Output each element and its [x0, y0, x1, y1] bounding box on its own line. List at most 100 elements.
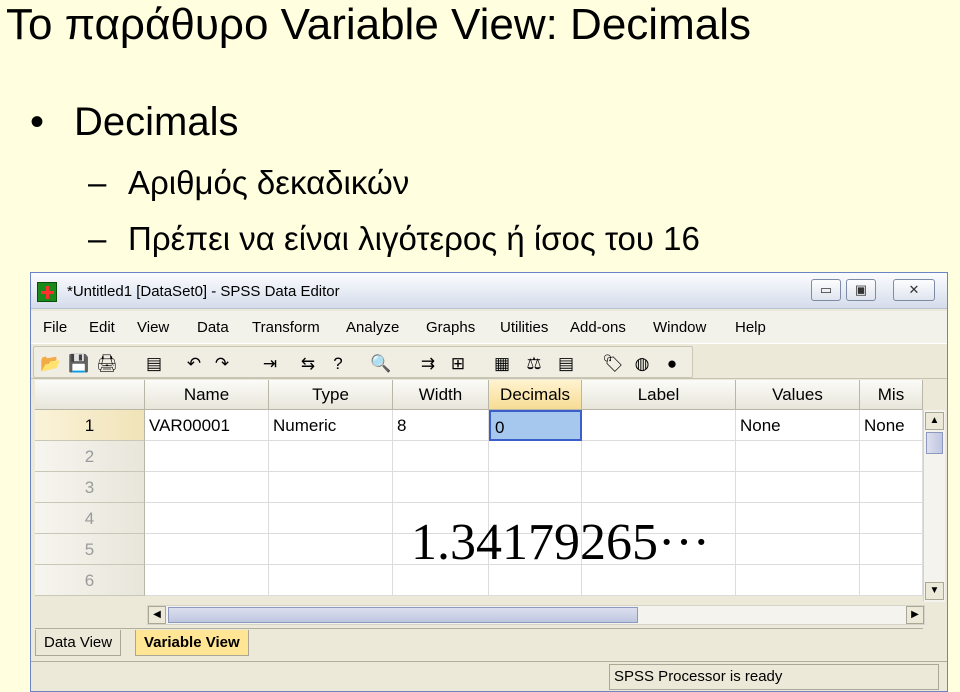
cell-decimals[interactable] — [489, 441, 582, 472]
cell-type[interactable] — [269, 534, 393, 565]
scroll-up-arrow-icon[interactable]: ▲ — [925, 412, 944, 430]
cell-decimals[interactable] — [489, 472, 582, 503]
menu-view[interactable]: View — [137, 319, 169, 336]
cell-type[interactable] — [269, 441, 393, 472]
goto-variable-icon[interactable]: ⇆ — [298, 354, 318, 374]
cell-width[interactable] — [393, 441, 489, 472]
variables-icon[interactable]: ? — [328, 354, 348, 374]
tab-variable-view[interactable]: Variable View — [135, 630, 249, 656]
view-tabs: Data View Variable View — [35, 628, 923, 658]
cell-name[interactable] — [145, 565, 269, 596]
goto-case-icon[interactable]: ⇥ — [260, 354, 280, 374]
column-header-missing[interactable]: Mis — [860, 380, 923, 410]
cell-values[interactable] — [736, 565, 860, 596]
maximize-button[interactable]: ▣ — [846, 279, 876, 301]
cell-decimals[interactable]: 0 — [489, 410, 582, 441]
cell-name[interactable]: VAR00001 — [145, 410, 269, 441]
tab-data-view[interactable]: Data View — [35, 630, 122, 656]
row-header[interactable]: 1 — [35, 410, 145, 441]
scroll-down-arrow-icon[interactable]: ▼ — [925, 582, 944, 600]
cell-type[interactable] — [269, 503, 393, 534]
menu-data[interactable]: Data — [197, 319, 229, 336]
row-header[interactable]: 2 — [35, 441, 145, 472]
minimize-button[interactable]: ▭ — [811, 279, 841, 301]
vertical-scrollbar[interactable]: ▲ ▼ — [923, 410, 945, 602]
cell-values[interactable] — [736, 503, 860, 534]
cell-values[interactable] — [736, 472, 860, 503]
use-sets-icon[interactable]: ◍ — [632, 354, 652, 374]
row-header[interactable]: 5 — [35, 534, 145, 565]
menu-file[interactable]: File — [43, 319, 67, 336]
split-file-icon[interactable]: ▦ — [492, 354, 512, 374]
dialog-recall-icon[interactable]: ▤ — [144, 354, 164, 374]
row-header[interactable]: 4 — [35, 503, 145, 534]
print-icon[interactable]: 🖨 — [96, 354, 118, 374]
toolbar-panel: 📂 💾 🖨 ▤ ↶ ↷ ⇥ ⇆ ? 🔍 ⇉ ⊞ ▦ ⚖ ▤ 🏷 ◍ ● — [33, 346, 693, 378]
save-icon[interactable]: 💾 — [68, 354, 89, 374]
title-bar[interactable]: *Untitled1 [DataSet0] - SPSS Data Editor… — [31, 273, 947, 309]
bullet-symbol: • — [30, 100, 45, 144]
cell-name[interactable] — [145, 534, 269, 565]
cell-missing[interactable] — [860, 503, 923, 534]
find-icon[interactable]: 🔍 — [370, 354, 391, 374]
column-header-label[interactable]: Label — [582, 380, 736, 410]
formula-overlay: 1.34179265··· — [411, 514, 710, 571]
menu-graphs[interactable]: Graphs — [426, 319, 475, 336]
menu-window[interactable]: Window — [653, 319, 706, 336]
cell-width[interactable]: 8 — [393, 410, 489, 441]
cell-name[interactable] — [145, 472, 269, 503]
row-header[interactable]: 6 — [35, 565, 145, 596]
scroll-left-arrow-icon[interactable]: ◀ — [148, 606, 166, 624]
cell-type[interactable] — [269, 472, 393, 503]
bullet-decimals: • Decimals — [30, 100, 238, 145]
column-header-type[interactable]: Type — [269, 380, 393, 410]
column-header-name[interactable]: Name — [145, 380, 269, 410]
cell-values[interactable] — [736, 441, 860, 472]
cell-missing[interactable] — [860, 534, 923, 565]
value-labels-icon[interactable]: 🏷 — [602, 354, 624, 374]
cell-type[interactable] — [269, 565, 393, 596]
undo-icon[interactable]: ↶ — [184, 354, 204, 374]
status-bar: SPSS Processor is ready — [31, 661, 947, 691]
column-header-values[interactable]: Values — [736, 380, 860, 410]
redo-icon[interactable]: ↷ — [212, 354, 232, 374]
menu-edit[interactable]: Edit — [89, 319, 115, 336]
cell-width[interactable] — [393, 472, 489, 503]
cell-values[interactable]: None — [736, 410, 860, 441]
cell-missing[interactable] — [860, 441, 923, 472]
show-all-variables-icon[interactable]: ● — [662, 354, 682, 374]
spss-window: *Untitled1 [DataSet0] - SPSS Data Editor… — [30, 272, 948, 692]
status-text: SPSS Processor is ready — [609, 664, 939, 690]
subbullet-2: – Πρέπει να είναι λιγότερος ή ίσος του 16 — [88, 220, 700, 258]
insert-variable-icon[interactable]: ⊞ — [448, 354, 468, 374]
weight-cases-icon[interactable]: ⚖ — [524, 354, 544, 374]
horizontal-scroll-thumb[interactable] — [168, 607, 638, 623]
cell-label[interactable] — [582, 441, 736, 472]
open-folder-icon[interactable]: 📂 — [40, 354, 61, 374]
subbullet-text: Πρέπει να είναι λιγότερος ή ίσος του 16 — [128, 220, 700, 257]
menu-add-ons[interactable]: Add-ons — [570, 319, 626, 336]
menu-help[interactable]: Help — [735, 319, 766, 336]
column-header-decimals[interactable]: Decimals — [489, 380, 582, 410]
insert-cases-icon[interactable]: ⇉ — [418, 354, 438, 374]
cell-missing[interactable]: None — [860, 410, 923, 441]
cell-missing[interactable] — [860, 472, 923, 503]
menu-analyze[interactable]: Analyze — [346, 319, 399, 336]
row-header[interactable]: 3 — [35, 472, 145, 503]
column-header-width[interactable]: Width — [393, 380, 489, 410]
cell-name[interactable] — [145, 441, 269, 472]
cell-type[interactable]: Numeric — [269, 410, 393, 441]
subbullet-text: Αριθμός δεκαδικών — [128, 164, 410, 201]
cell-label[interactable] — [582, 472, 736, 503]
menu-transform[interactable]: Transform — [252, 319, 320, 336]
cell-missing[interactable] — [860, 565, 923, 596]
cell-label[interactable] — [582, 410, 736, 441]
select-cases-icon[interactable]: ▤ — [556, 354, 576, 374]
horizontal-scrollbar[interactable]: ◀ ▶ — [147, 605, 925, 625]
vertical-scroll-thumb[interactable] — [926, 432, 943, 454]
cell-name[interactable] — [145, 503, 269, 534]
close-button[interactable]: ✕ — [893, 279, 935, 301]
scroll-right-arrow-icon[interactable]: ▶ — [906, 606, 924, 624]
cell-values[interactable] — [736, 534, 860, 565]
menu-utilities[interactable]: Utilities — [500, 319, 548, 336]
